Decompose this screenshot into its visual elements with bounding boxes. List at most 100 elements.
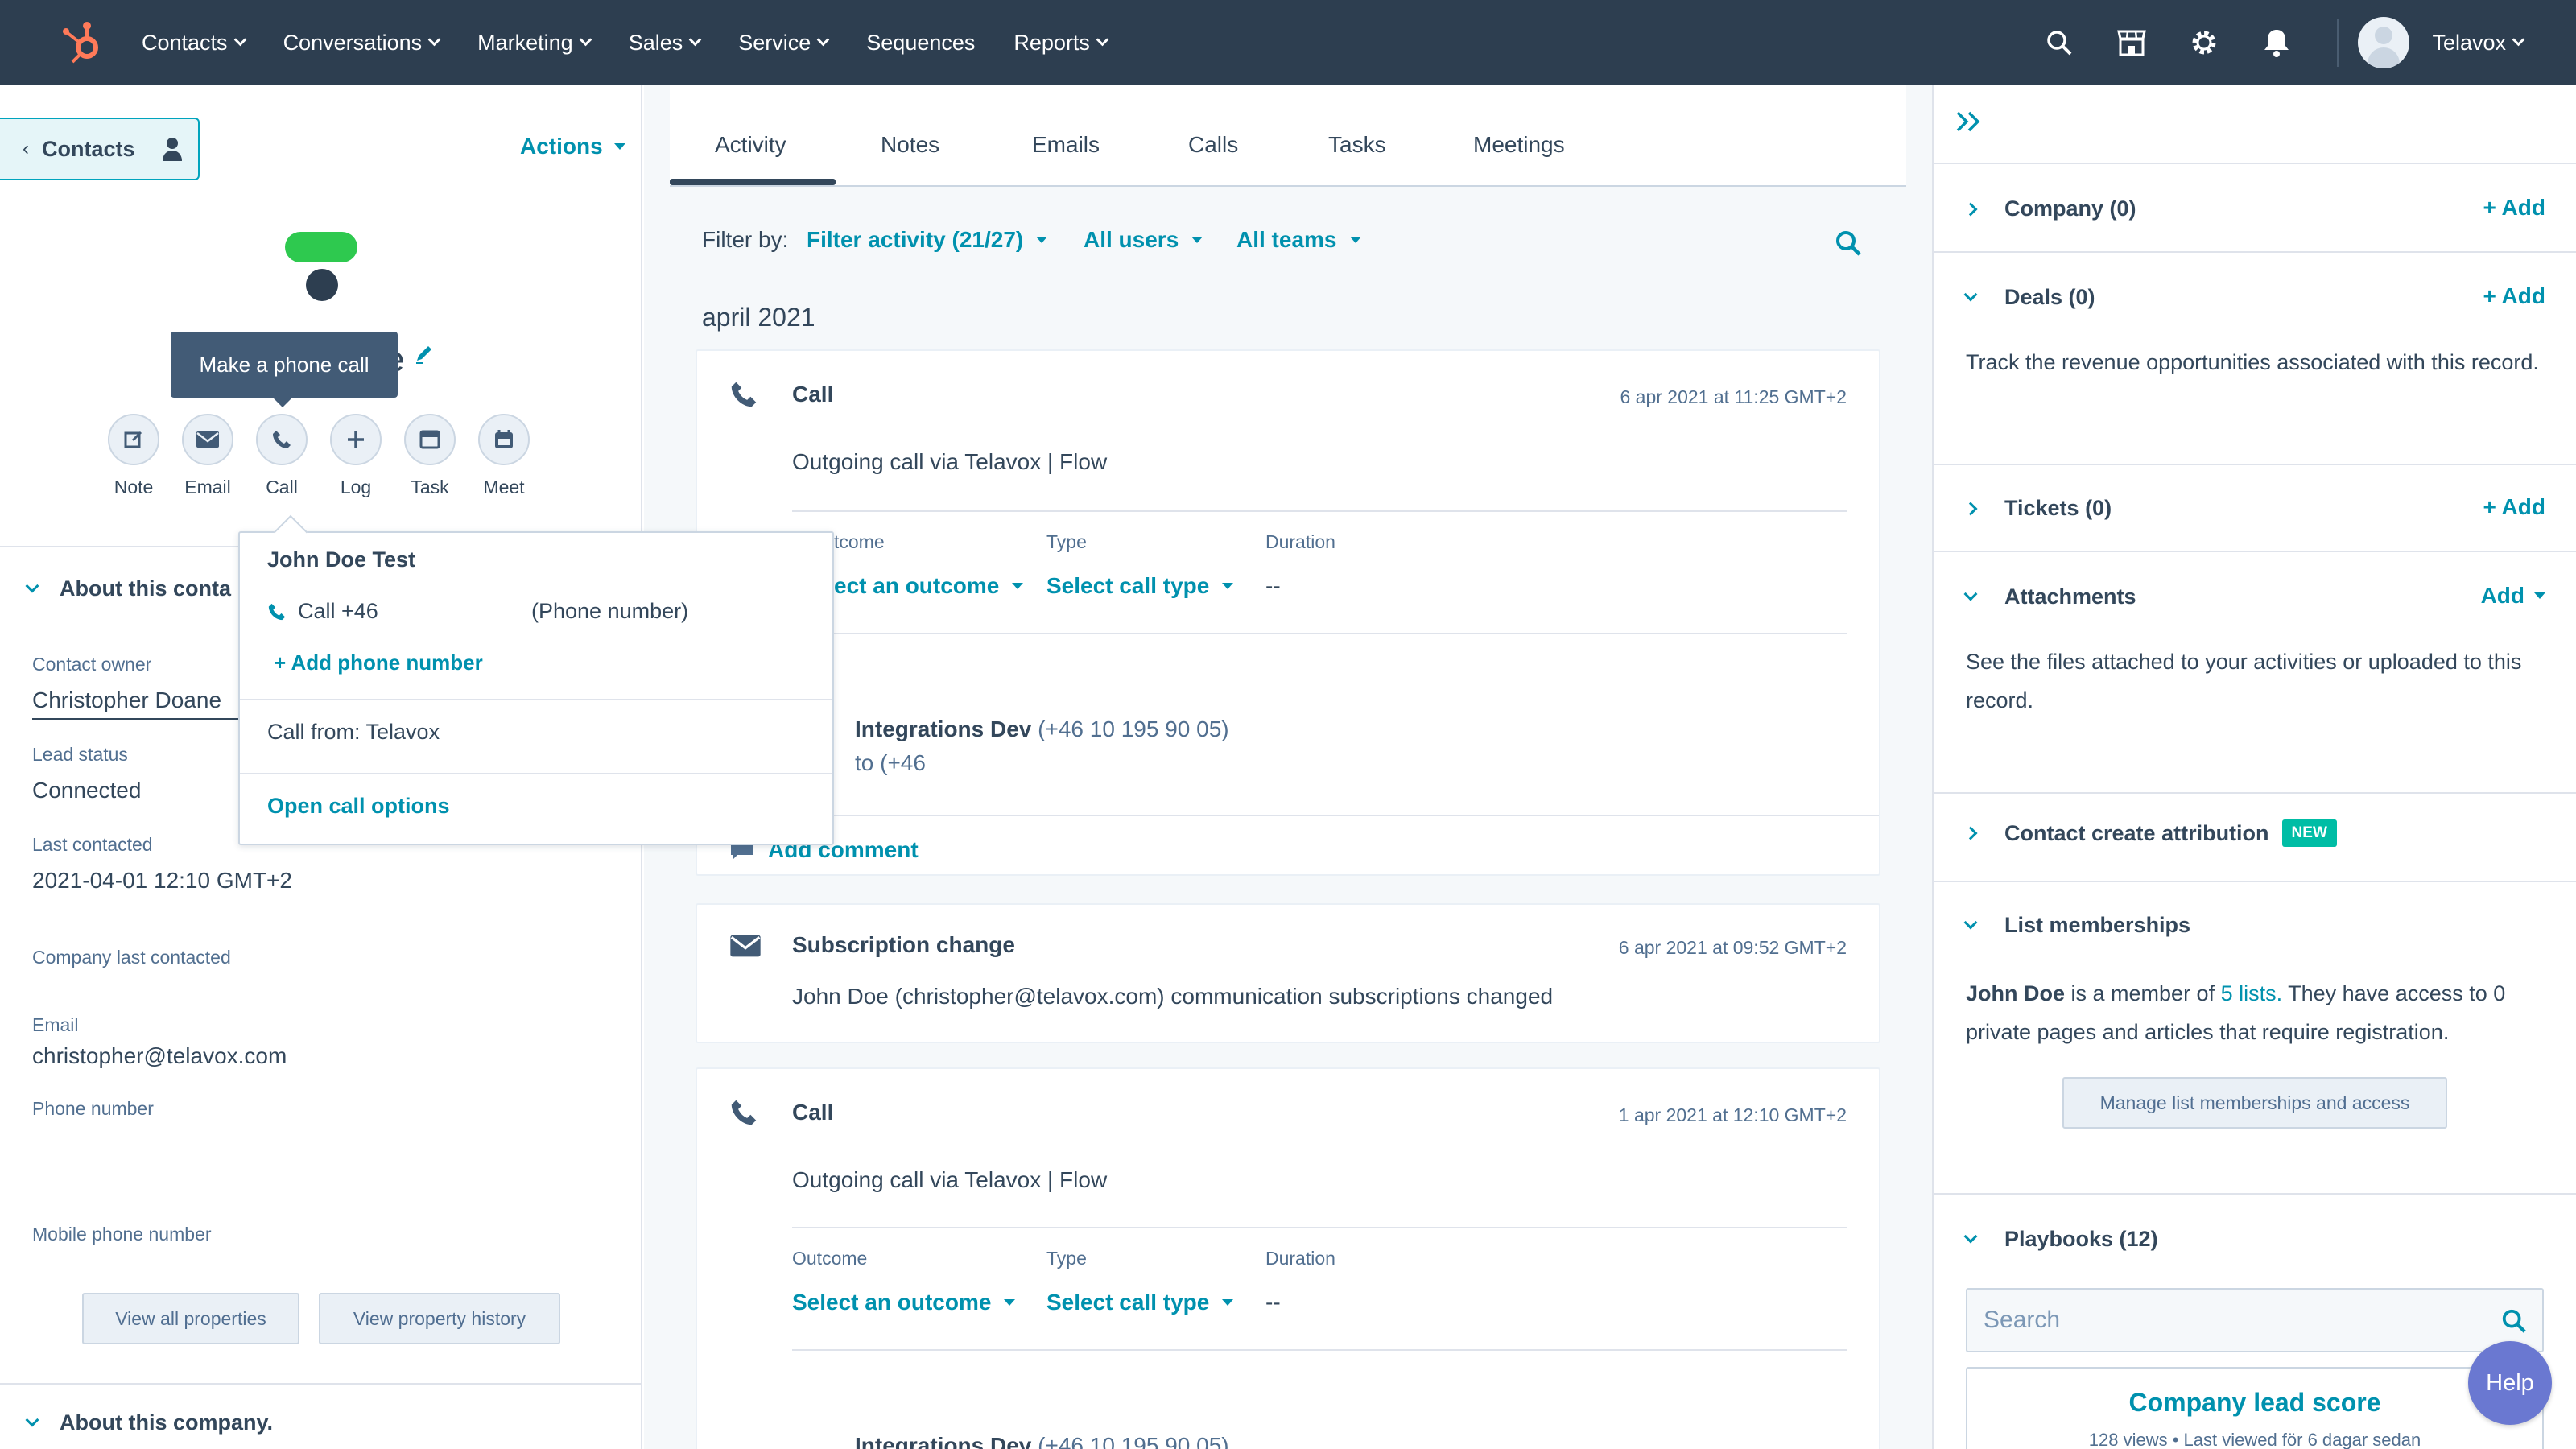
nav-contacts[interactable]: Contacts [142, 31, 246, 56]
mobile-phone-label: Mobile phone number [32, 1224, 212, 1245]
playbook-title[interactable]: Company lead score [1967, 1388, 2542, 1418]
envelope-icon [729, 934, 762, 962]
call-participants: Integrations Dev (+46 10 195 90 05) [855, 1433, 1229, 1449]
top-nav: Contacts Conversations Marketing Sales S… [0, 0, 2576, 85]
add-phone-number-link[interactable]: + Add phone number [274, 650, 483, 675]
marketplace-icon[interactable] [2095, 0, 2168, 85]
nav-conversations[interactable]: Conversations [283, 31, 441, 56]
lists-link[interactable]: 5 lists. [2221, 981, 2283, 1005]
list-memberships-header[interactable]: List memberships [1963, 913, 2190, 938]
view-all-properties-button[interactable]: View all properties [82, 1293, 299, 1344]
filter-activity-dropdown[interactable]: Filter activity (21/27) [807, 227, 1048, 253]
attribution-section-header[interactable]: Contact create attribution NEW [1963, 819, 2337, 847]
bell-icon[interactable] [2240, 0, 2313, 85]
call-activity-card: Call 6 apr 2021 at 11:25 GMT+2 Outgoing … [696, 349, 1880, 876]
add-ticket-button[interactable]: + Add [2483, 494, 2545, 520]
email-value[interactable]: christopher@telavox.com [32, 1043, 287, 1069]
gear-icon[interactable] [2168, 0, 2240, 85]
actions-dropdown[interactable]: Actions [520, 134, 625, 159]
company-section-header[interactable]: Company (0) [1963, 196, 2136, 221]
tab-meetings[interactable]: Meetings [1473, 132, 1565, 158]
phone-icon [268, 603, 286, 620]
month-header: april 2021 [702, 303, 815, 332]
phone-icon [729, 380, 758, 413]
type-label: Type [1046, 1248, 1087, 1269]
contact-owner-label: Contact owner [32, 654, 152, 675]
call-participants: Integrations Dev (+46 10 195 90 05) [855, 716, 1229, 741]
search-icon [2502, 1309, 2526, 1333]
calendar-icon [495, 430, 513, 448]
add-deal-button[interactable]: + Add [2483, 283, 2545, 309]
note-icon [124, 431, 142, 448]
account-menu[interactable]: Telavox [2432, 31, 2525, 56]
card-title[interactable]: Call [792, 1100, 833, 1125]
contact-owner-value[interactable]: Christopher Doane [32, 687, 221, 713]
email-action-button[interactable]: Email [182, 414, 233, 498]
all-users-dropdown[interactable]: All users [1084, 227, 1203, 253]
tab-notes[interactable]: Notes [881, 132, 939, 158]
outcome-label: tcome [834, 531, 885, 552]
nav-marketing[interactable]: Marketing [477, 31, 592, 56]
card-date: 1 apr 2021 at 12:10 GMT+2 [1618, 1104, 1847, 1125]
lead-status-label: Lead status [32, 744, 128, 765]
tab-tasks[interactable]: Tasks [1328, 132, 1386, 158]
outcome-dropdown[interactable]: ect an outcome [834, 573, 1024, 599]
tab-activity[interactable]: Activity [715, 132, 786, 158]
open-call-options-link[interactable]: Open call options [267, 794, 450, 819]
log-action-button[interactable]: Log [330, 414, 382, 498]
tab-emails[interactable]: Emails [1032, 132, 1100, 158]
collapse-sidebar-icon[interactable] [1955, 109, 1984, 138]
phone-type-label: (Phone number) [531, 599, 689, 623]
active-tab-indicator [670, 179, 836, 185]
last-contacted-value: 2021-04-01 12:10 GMT+2 [32, 868, 292, 893]
view-property-history-button[interactable]: View property history [319, 1293, 560, 1344]
nav-sales[interactable]: Sales [629, 31, 702, 56]
avatar[interactable] [2358, 17, 2410, 68]
activity-tabbar [670, 85, 1906, 187]
activity-search-icon[interactable] [1834, 229, 1863, 262]
nav-sequences[interactable]: Sequences [866, 31, 975, 56]
help-button[interactable]: Help [2468, 1341, 2552, 1425]
phone-number-label: Phone number [32, 1098, 154, 1119]
hubspot-logo-icon[interactable] [58, 19, 106, 67]
call-type-dropdown[interactable]: Select call type [1046, 1290, 1234, 1315]
nav-reports[interactable]: Reports [1013, 31, 1109, 56]
nav-service[interactable]: Service [738, 31, 830, 56]
outcome-dropdown[interactable]: Select an outcome [792, 1290, 1016, 1315]
call-number-option[interactable]: Call +46 [267, 599, 378, 624]
call-type-dropdown[interactable]: Select call type [1046, 573, 1234, 599]
lead-status-value[interactable]: Connected [32, 778, 141, 803]
playbooks-search-input[interactable]: Search [1966, 1288, 2544, 1352]
playbook-card[interactable]: Company lead score 128 views • Last view… [1966, 1367, 2544, 1449]
all-teams-dropdown[interactable]: All teams [1236, 227, 1361, 253]
card-date: 6 apr 2021 at 09:52 GMT+2 [1618, 937, 1847, 958]
tickets-section-header[interactable]: Tickets (0) [1963, 496, 2112, 521]
about-company-header[interactable]: About this company. [25, 1410, 273, 1435]
add-company-button[interactable]: + Add [2483, 195, 2545, 221]
about-contact-header[interactable]: About this conta [25, 576, 231, 601]
manage-list-memberships-button[interactable]: Manage list memberships and access [2062, 1077, 2447, 1129]
filter-by-label: Filter by: [702, 227, 789, 252]
note-action-button[interactable]: Note [108, 414, 159, 498]
meet-action-button[interactable]: Meet [478, 414, 530, 498]
duration-label: Duration [1265, 1248, 1335, 1269]
back-to-contacts-button[interactable]: ‹ Contacts [0, 118, 200, 180]
call-action-button[interactable]: Call [256, 414, 308, 498]
right-sidebar: Company (0) + Add Deals (0) + Add Track … [1932, 85, 2576, 1449]
person-icon [162, 138, 182, 161]
call-from-selector[interactable]: Call from: Telavox [267, 720, 440, 745]
card-title[interactable]: Subscription change [792, 932, 1015, 958]
add-attachment-dropdown[interactable]: Add [2481, 583, 2545, 609]
search-icon[interactable] [2023, 0, 2095, 85]
card-title[interactable]: Call [792, 382, 833, 407]
attachments-section-header[interactable]: Attachments [1963, 584, 2136, 609]
task-action-button[interactable]: Task [404, 414, 456, 498]
deals-section-header[interactable]: Deals (0) [1963, 285, 2095, 310]
tab-calls[interactable]: Calls [1188, 132, 1238, 158]
popover-contact-name: John Doe Test [267, 547, 416, 572]
type-label: Type [1046, 531, 1087, 552]
card-description: Outgoing call via Telavox | Flow [792, 449, 1108, 474]
list-memberships-text: John Doe is a member of 5 lists. They ha… [1966, 981, 2506, 1044]
edit-pencil-icon[interactable] [414, 345, 435, 369]
playbooks-section-header[interactable]: Playbooks (12) [1963, 1227, 2158, 1252]
